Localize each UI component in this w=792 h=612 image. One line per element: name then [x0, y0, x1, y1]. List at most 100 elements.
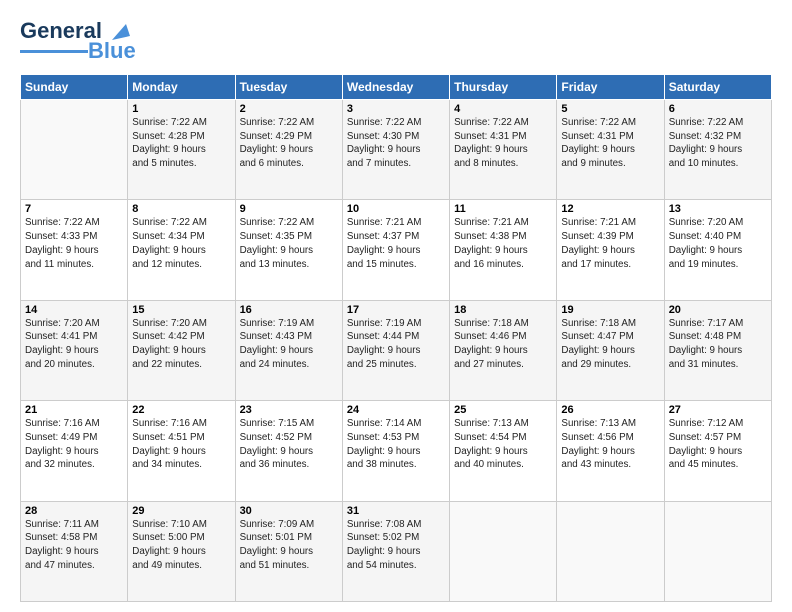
- calendar-body: 1Sunrise: 7:22 AMSunset: 4:28 PMDaylight…: [21, 100, 772, 602]
- day-info: Sunrise: 7:21 AMSunset: 4:37 PMDaylight:…: [347, 216, 445, 271]
- day-info: Sunrise: 7:22 AMSunset: 4:30 PMDaylight:…: [347, 116, 445, 171]
- calendar-cell: 20Sunrise: 7:17 AMSunset: 4:48 PMDayligh…: [664, 300, 771, 400]
- calendar-header-saturday: Saturday: [664, 75, 771, 100]
- day-number: 11: [454, 203, 552, 215]
- day-info: Sunrise: 7:19 AMSunset: 4:43 PMDaylight:…: [240, 317, 338, 372]
- calendar-cell: 9Sunrise: 7:22 AMSunset: 4:35 PMDaylight…: [235, 200, 342, 300]
- calendar-cell: 21Sunrise: 7:16 AMSunset: 4:49 PMDayligh…: [21, 401, 128, 501]
- calendar-header-tuesday: Tuesday: [235, 75, 342, 100]
- day-info: Sunrise: 7:09 AMSunset: 5:01 PMDaylight:…: [240, 518, 338, 573]
- day-info: Sunrise: 7:16 AMSunset: 4:49 PMDaylight:…: [25, 417, 123, 472]
- calendar-cell: 4Sunrise: 7:22 AMSunset: 4:31 PMDaylight…: [450, 100, 557, 200]
- day-number: 25: [454, 404, 552, 416]
- day-info: Sunrise: 7:19 AMSunset: 4:44 PMDaylight:…: [347, 317, 445, 372]
- day-info: Sunrise: 7:18 AMSunset: 4:46 PMDaylight:…: [454, 317, 552, 372]
- calendar-cell: 5Sunrise: 7:22 AMSunset: 4:31 PMDaylight…: [557, 100, 664, 200]
- calendar-cell: 11Sunrise: 7:21 AMSunset: 4:38 PMDayligh…: [450, 200, 557, 300]
- day-number: 27: [669, 404, 767, 416]
- day-number: 12: [561, 203, 659, 215]
- day-number: 16: [240, 304, 338, 316]
- day-number: 2: [240, 103, 338, 115]
- day-number: 5: [561, 103, 659, 115]
- day-info: Sunrise: 7:20 AMSunset: 4:42 PMDaylight:…: [132, 317, 230, 372]
- calendar-header-monday: Monday: [128, 75, 235, 100]
- calendar-cell: 26Sunrise: 7:13 AMSunset: 4:56 PMDayligh…: [557, 401, 664, 501]
- day-info: Sunrise: 7:08 AMSunset: 5:02 PMDaylight:…: [347, 518, 445, 573]
- day-info: Sunrise: 7:22 AMSunset: 4:31 PMDaylight:…: [561, 116, 659, 171]
- day-number: 7: [25, 203, 123, 215]
- day-info: Sunrise: 7:12 AMSunset: 4:57 PMDaylight:…: [669, 417, 767, 472]
- calendar-cell: 1Sunrise: 7:22 AMSunset: 4:28 PMDaylight…: [128, 100, 235, 200]
- calendar-week-5: 28Sunrise: 7:11 AMSunset: 4:58 PMDayligh…: [21, 501, 772, 601]
- calendar-week-2: 7Sunrise: 7:22 AMSunset: 4:33 PMDaylight…: [21, 200, 772, 300]
- day-number: 14: [25, 304, 123, 316]
- calendar-cell: 16Sunrise: 7:19 AMSunset: 4:43 PMDayligh…: [235, 300, 342, 400]
- calendar-week-4: 21Sunrise: 7:16 AMSunset: 4:49 PMDayligh…: [21, 401, 772, 501]
- day-number: 15: [132, 304, 230, 316]
- calendar-cell: 24Sunrise: 7:14 AMSunset: 4:53 PMDayligh…: [342, 401, 449, 501]
- calendar-cell: 18Sunrise: 7:18 AMSunset: 4:46 PMDayligh…: [450, 300, 557, 400]
- day-number: 22: [132, 404, 230, 416]
- header: General Blue: [20, 18, 772, 64]
- calendar-cell: 15Sunrise: 7:20 AMSunset: 4:42 PMDayligh…: [128, 300, 235, 400]
- day-number: 20: [669, 304, 767, 316]
- day-info: Sunrise: 7:16 AMSunset: 4:51 PMDaylight:…: [132, 417, 230, 472]
- calendar-cell: 6Sunrise: 7:22 AMSunset: 4:32 PMDaylight…: [664, 100, 771, 200]
- logo: General Blue: [20, 18, 136, 64]
- day-number: 10: [347, 203, 445, 215]
- calendar-cell: 23Sunrise: 7:15 AMSunset: 4:52 PMDayligh…: [235, 401, 342, 501]
- day-info: Sunrise: 7:15 AMSunset: 4:52 PMDaylight:…: [240, 417, 338, 472]
- calendar-cell: 30Sunrise: 7:09 AMSunset: 5:01 PMDayligh…: [235, 501, 342, 601]
- calendar-cell: 17Sunrise: 7:19 AMSunset: 4:44 PMDayligh…: [342, 300, 449, 400]
- calendar-cell: [450, 501, 557, 601]
- day-info: Sunrise: 7:13 AMSunset: 4:54 PMDaylight:…: [454, 417, 552, 472]
- calendar-cell: 12Sunrise: 7:21 AMSunset: 4:39 PMDayligh…: [557, 200, 664, 300]
- day-number: 6: [669, 103, 767, 115]
- day-number: 21: [25, 404, 123, 416]
- day-info: Sunrise: 7:22 AMSunset: 4:28 PMDaylight:…: [132, 116, 230, 171]
- calendar-table: SundayMondayTuesdayWednesdayThursdayFrid…: [20, 74, 772, 602]
- day-info: Sunrise: 7:21 AMSunset: 4:39 PMDaylight:…: [561, 216, 659, 271]
- calendar-cell: 27Sunrise: 7:12 AMSunset: 4:57 PMDayligh…: [664, 401, 771, 501]
- day-info: Sunrise: 7:18 AMSunset: 4:47 PMDaylight:…: [561, 317, 659, 372]
- day-info: Sunrise: 7:20 AMSunset: 4:41 PMDaylight:…: [25, 317, 123, 372]
- day-info: Sunrise: 7:22 AMSunset: 4:31 PMDaylight:…: [454, 116, 552, 171]
- calendar-header-sunday: Sunday: [21, 75, 128, 100]
- day-info: Sunrise: 7:14 AMSunset: 4:53 PMDaylight:…: [347, 417, 445, 472]
- day-info: Sunrise: 7:20 AMSunset: 4:40 PMDaylight:…: [669, 216, 767, 271]
- day-number: 29: [132, 505, 230, 517]
- day-number: 9: [240, 203, 338, 215]
- day-info: Sunrise: 7:22 AMSunset: 4:33 PMDaylight:…: [25, 216, 123, 271]
- calendar-cell: 2Sunrise: 7:22 AMSunset: 4:29 PMDaylight…: [235, 100, 342, 200]
- calendar-header-friday: Friday: [557, 75, 664, 100]
- page: General Blue SundayMondayTuesdayWednesda…: [0, 0, 792, 612]
- calendar-cell: 7Sunrise: 7:22 AMSunset: 4:33 PMDaylight…: [21, 200, 128, 300]
- day-number: 8: [132, 203, 230, 215]
- day-number: 26: [561, 404, 659, 416]
- day-info: Sunrise: 7:22 AMSunset: 4:34 PMDaylight:…: [132, 216, 230, 271]
- day-number: 13: [669, 203, 767, 215]
- calendar-cell: 14Sunrise: 7:20 AMSunset: 4:41 PMDayligh…: [21, 300, 128, 400]
- day-info: Sunrise: 7:22 AMSunset: 4:29 PMDaylight:…: [240, 116, 338, 171]
- day-info: Sunrise: 7:22 AMSunset: 4:32 PMDaylight:…: [669, 116, 767, 171]
- calendar-cell: 13Sunrise: 7:20 AMSunset: 4:40 PMDayligh…: [664, 200, 771, 300]
- calendar-week-1: 1Sunrise: 7:22 AMSunset: 4:28 PMDaylight…: [21, 100, 772, 200]
- day-info: Sunrise: 7:13 AMSunset: 4:56 PMDaylight:…: [561, 417, 659, 472]
- calendar-cell: 25Sunrise: 7:13 AMSunset: 4:54 PMDayligh…: [450, 401, 557, 501]
- calendar-cell: 8Sunrise: 7:22 AMSunset: 4:34 PMDaylight…: [128, 200, 235, 300]
- calendar-cell: 28Sunrise: 7:11 AMSunset: 4:58 PMDayligh…: [21, 501, 128, 601]
- day-number: 19: [561, 304, 659, 316]
- calendar-cell: [664, 501, 771, 601]
- day-info: Sunrise: 7:11 AMSunset: 4:58 PMDaylight:…: [25, 518, 123, 573]
- calendar-cell: 10Sunrise: 7:21 AMSunset: 4:37 PMDayligh…: [342, 200, 449, 300]
- day-number: 3: [347, 103, 445, 115]
- day-info: Sunrise: 7:22 AMSunset: 4:35 PMDaylight:…: [240, 216, 338, 271]
- day-info: Sunrise: 7:17 AMSunset: 4:48 PMDaylight:…: [669, 317, 767, 372]
- day-number: 28: [25, 505, 123, 517]
- day-info: Sunrise: 7:21 AMSunset: 4:38 PMDaylight:…: [454, 216, 552, 271]
- calendar-cell: 29Sunrise: 7:10 AMSunset: 5:00 PMDayligh…: [128, 501, 235, 601]
- calendar-cell: 19Sunrise: 7:18 AMSunset: 4:47 PMDayligh…: [557, 300, 664, 400]
- day-number: 17: [347, 304, 445, 316]
- day-info: Sunrise: 7:10 AMSunset: 5:00 PMDaylight:…: [132, 518, 230, 573]
- day-number: 24: [347, 404, 445, 416]
